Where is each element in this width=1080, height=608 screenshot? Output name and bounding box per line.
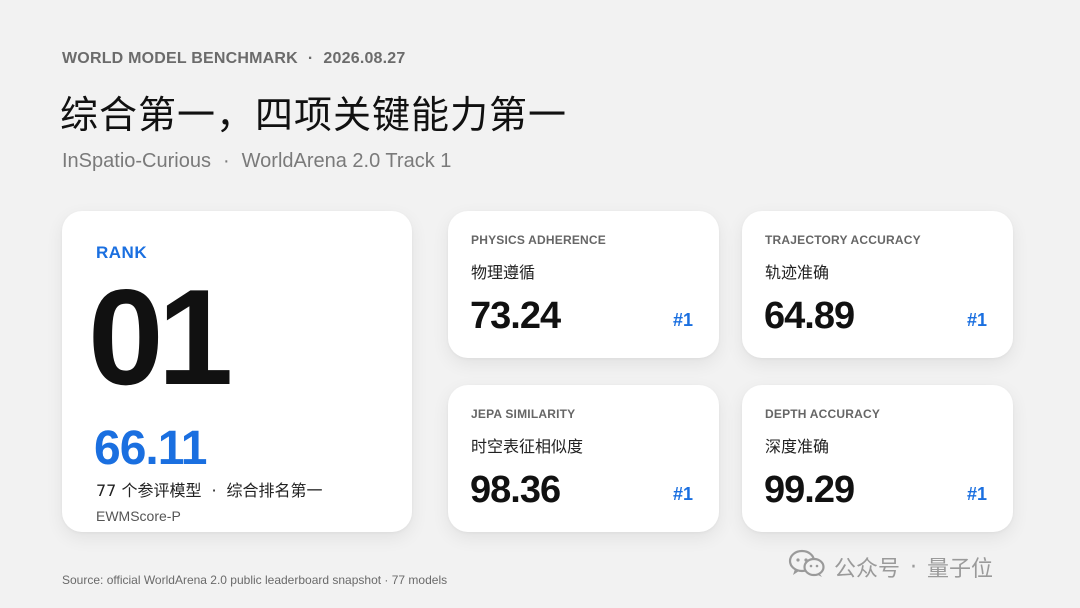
page-title: 综合第一，四项关键能力第一 (60, 93, 568, 137)
track-name: WorldArena 2.0 Track 1 (241, 150, 452, 172)
eyebrow: WORLD MODEL BENCHMARK · 2026.08.27 (62, 50, 406, 68)
metric-title-en: DEPTH ACCURACY (765, 407, 881, 421)
eyebrow-separator: · (307, 50, 314, 67)
source-note: Source: official WorldArena 2.0 public l… (62, 573, 448, 587)
model-name: InSpatio-Curious (62, 150, 211, 172)
metric-title-en: JEPA SIMILARITY (471, 407, 576, 421)
metric-card-trajectory: TRAJECTORY ACCURACY 轨迹准确 64.89 #1 (742, 211, 1013, 358)
date-label: 2026.08.27 (323, 50, 406, 67)
metric-rank-badge: #1 (966, 310, 987, 330)
overall-rank-text: 综合排名第一 (226, 481, 323, 500)
rank-value: 01 (88, 261, 233, 413)
wechat-icon (788, 549, 826, 585)
metric-title-cn: 时空表征相似度 (471, 437, 584, 456)
subtitle-separator: · (222, 150, 230, 172)
watermark-left: 公众号 (834, 557, 901, 582)
score-metric-name: EWMScore-P (96, 508, 181, 524)
participant-count: 77 个参评模型 (96, 481, 202, 500)
watermark-right: 量子位 (927, 557, 994, 582)
metric-rank-badge: #1 (672, 484, 693, 504)
metric-value: 98.36 (470, 469, 561, 511)
watermark-separator: · (910, 554, 918, 580)
rank-card: RANK 01 66.11 77 个参评模型 · 综合排名第一 EWMScore-P (62, 211, 412, 532)
metric-title-cn: 深度准确 (765, 437, 830, 456)
metric-rank-badge: #1 (966, 484, 987, 504)
metric-title-cn: 物理遵循 (471, 263, 536, 282)
benchmark-label: WORLD MODEL BENCHMARK (62, 50, 298, 67)
metric-card-physics: PHYSICS ADHERENCE 物理遵循 73.24 #1 (448, 211, 719, 358)
rank-description: 77 个参评模型 · 综合排名第一 (96, 477, 323, 501)
metric-value: 73.24 (470, 295, 561, 337)
metric-value: 99.29 (764, 469, 855, 511)
watermark: 公众号 · 量子位 (788, 549, 993, 585)
metric-title-cn: 轨迹准确 (765, 263, 830, 282)
overall-score: 66.11 (94, 422, 207, 475)
metric-card-depth: DEPTH ACCURACY 深度准确 99.29 #1 (742, 385, 1013, 532)
metric-title-en: TRAJECTORY ACCURACY (765, 233, 921, 247)
metric-card-jepa: JEPA SIMILARITY 时空表征相似度 98.36 #1 (448, 385, 719, 532)
metric-value: 64.89 (764, 295, 855, 337)
metric-title-en: PHYSICS ADHERENCE (471, 233, 606, 247)
metric-rank-badge: #1 (672, 310, 693, 330)
rank-desc-separator: · (211, 481, 217, 500)
subtitle: InSpatio-Curious · WorldArena 2.0 Track 1 (62, 150, 451, 173)
rank-label: RANK (96, 243, 148, 262)
